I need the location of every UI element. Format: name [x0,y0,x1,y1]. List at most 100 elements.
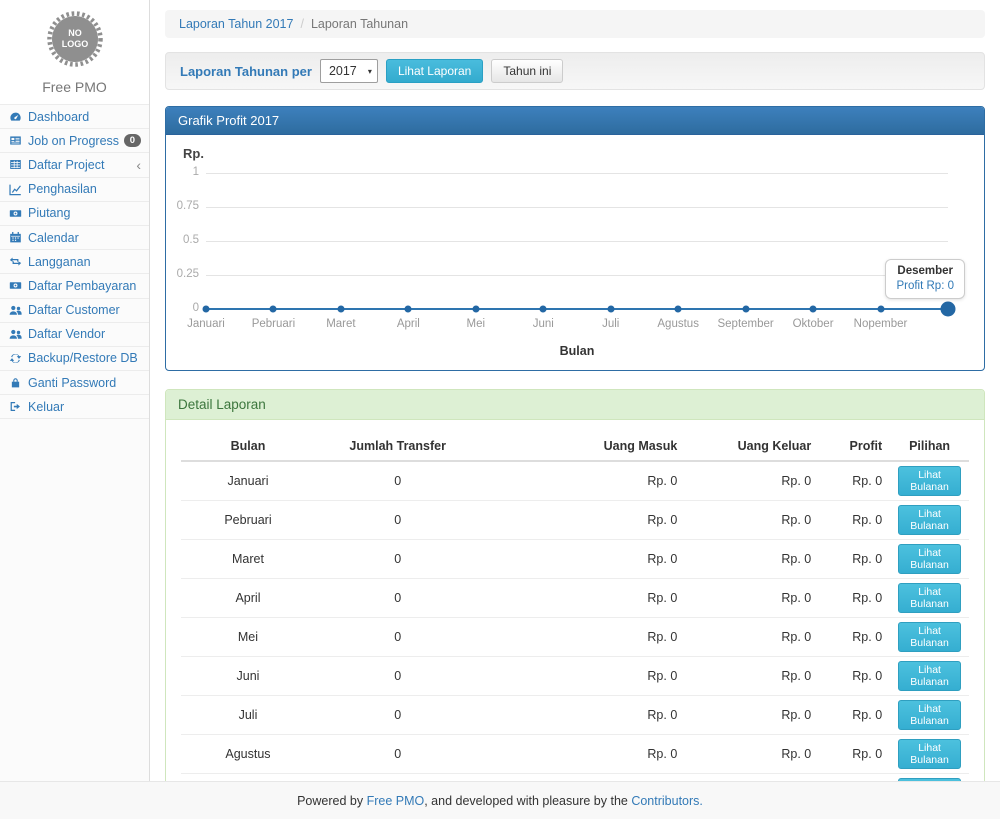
brand-block: NO LOGO Free PMO [0,0,149,104]
cell-profit: Rp. 0 [819,735,890,774]
cell-bulan: Juli [181,696,315,735]
cell-profit: Rp. 0 [819,618,890,657]
sidebar-item-label: Keluar [28,400,64,414]
sidebar-item-daftar-customer[interactable]: Daftar Customer [0,299,149,323]
sidebar-item-daftar-vendor[interactable]: Daftar Vendor [0,323,149,347]
chart-x-tick-label: Agustus [657,318,699,330]
chart-point-juli[interactable] [607,306,614,313]
sidebar-item-calendar[interactable]: Calendar [0,226,149,250]
chart-point-juni[interactable] [540,306,547,313]
table-header-row: BulanJumlah TransferUang MasukUang Kelua… [181,432,969,461]
cell-uang-masuk: Rp. 0 [480,618,685,657]
cell-jumlah-transfer: 0 [315,501,480,540]
table-row-mei: Mei0Rp. 0Rp. 0Rp. 0Lihat Bulanan [181,618,969,657]
main-content: Laporan Tahun 2017 / Laporan Tahunan Lap… [150,0,1000,781]
view-monthly-button-juli[interactable]: Lihat Bulanan [898,700,961,730]
view-monthly-button-maret[interactable]: Lihat Bulanan [898,544,961,574]
cell-uang-keluar: Rp. 0 [685,501,819,540]
sidebar-item-label: Daftar Customer [28,303,120,317]
chart-x-tick-label: Oktober [793,318,834,330]
sidebar-item-label: Ganti Password [28,376,116,390]
sidebar-item-label: Dashboard [28,110,89,124]
logo-text-line1: NO [68,28,82,38]
sidebar-item-penghasilan[interactable]: Penghasilan [0,178,149,202]
chart-panel-title: Grafik Profit 2017 [166,107,984,135]
tooltip-title: Desember [896,265,954,277]
sidebar-item-job-on-progress[interactable]: Job on Progress0 [0,129,149,153]
chart-y-tick-label: 0.75 [166,200,199,213]
chevron-left-icon: ‹ [136,160,141,170]
cell-pilihan: Lihat Bulanan [890,696,969,735]
sidebar-item-daftar-pembayaran[interactable]: Daftar Pembayaran [0,274,149,298]
lock-icon [9,376,24,389]
table-row-januari: Januari0Rp. 0Rp. 0Rp. 0Lihat Bulanan [181,461,969,501]
chart-x-tick-label: Nopember [854,318,908,330]
sidebar-item-langganan[interactable]: Langganan [0,250,149,274]
chart-x-tick-label: Pebruari [252,318,295,330]
chart-point-desember[interactable] [941,302,956,317]
cell-bulan: Juni [181,657,315,696]
this-year-button[interactable]: Tahun ini [491,59,563,83]
chart-y-axis-title: Rp. [183,146,984,161]
view-monthly-button-juni[interactable]: Lihat Bulanan [898,661,961,691]
cell-bulan: April [181,579,315,618]
cell-uang-masuk: Rp. 0 [480,461,685,501]
cell-uang-masuk: Rp. 0 [480,696,685,735]
sidebar-item-label: Daftar Vendor [28,327,105,341]
cell-bulan: Mei [181,618,315,657]
chart-point-september[interactable] [742,306,749,313]
sidebar-item-ganti-password[interactable]: Ganti Password [0,371,149,395]
sidebar-item-piutang[interactable]: Piutang [0,202,149,226]
view-monthly-button-agustus[interactable]: Lihat Bulanan [898,739,961,769]
view-monthly-button-pebruari[interactable]: Lihat Bulanan [898,505,961,535]
column-header-uang-keluar: Uang Keluar [685,432,819,461]
cell-uang-masuk: Rp. 0 [480,657,685,696]
chart-x-tick-label: Juni [533,318,554,330]
select-caret-icon: ▾ [368,67,372,76]
chart-y-tick-label: 0 [166,302,199,315]
column-header-uang-masuk: Uang Masuk [480,432,685,461]
view-monthly-button-mei[interactable]: Lihat Bulanan [898,622,961,652]
refresh-icon [9,352,24,365]
contributors-link[interactable]: Contributors. [631,794,703,808]
cell-uang-keluar: Rp. 0 [685,735,819,774]
chart-point-nopember[interactable] [877,306,884,313]
chart-point-mei[interactable] [472,306,479,313]
view-monthly-button-januari[interactable]: Lihat Bulanan [898,466,961,496]
cell-uang-masuk: Rp. 0 [480,735,685,774]
cell-uang-keluar: Rp. 0 [685,579,819,618]
sidebar-item-backup-restore-db[interactable]: Backup/Restore DB [0,347,149,371]
chart-point-april[interactable] [405,306,412,313]
cell-jumlah-transfer: 0 [315,618,480,657]
chart-point-januari[interactable] [203,306,210,313]
chart-x-tick-label: Januari [187,318,225,330]
sidebar-item-keluar[interactable]: Keluar [0,395,149,419]
logo-text-line2: LOGO [61,39,88,49]
free-pmo-link[interactable]: Free PMO [367,794,425,808]
cell-jumlah-transfer: 0 [315,461,480,501]
chart-point-pebruari[interactable] [270,306,277,313]
sidebar: NO LOGO Free PMO Dashboard Job on Progres… [0,0,150,781]
table-row-april: April0Rp. 0Rp. 0Rp. 0Lihat Bulanan [181,579,969,618]
sidebar-item-label: Penghasilan [28,182,97,196]
sidebar-item-daftar-project[interactable]: Daftar Project‹ [0,153,149,177]
year-select[interactable]: 2017 ▾ [320,59,378,83]
sidebar-menu: Dashboard Job on Progress0Daftar Project‹… [0,104,149,419]
cell-bulan: Maret [181,540,315,579]
sidebar-item-dashboard[interactable]: Dashboard [0,105,149,129]
table-body: Januari0Rp. 0Rp. 0Rp. 0Lihat BulananPebr… [181,461,969,819]
chart-point-oktober[interactable] [810,306,817,313]
breadcrumb-link[interactable]: Laporan Tahun 2017 [179,17,293,31]
chart-x-tick-label: Maret [326,318,355,330]
view-monthly-button-april[interactable]: Lihat Bulanan [898,583,961,613]
view-report-button[interactable]: Lihat Laporan [386,59,483,83]
breadcrumb-separator: / [300,17,303,31]
table-row-juli: Juli0Rp. 0Rp. 0Rp. 0Lihat Bulanan [181,696,969,735]
breadcrumb: Laporan Tahun 2017 / Laporan Tahunan [165,10,985,38]
cell-uang-keluar: Rp. 0 [685,461,819,501]
chart-point-maret[interactable] [337,306,344,313]
dashboard-icon [9,110,24,123]
cell-jumlah-transfer: 0 [315,579,480,618]
chart-gridline [206,207,948,208]
chart-point-agustus[interactable] [675,306,682,313]
